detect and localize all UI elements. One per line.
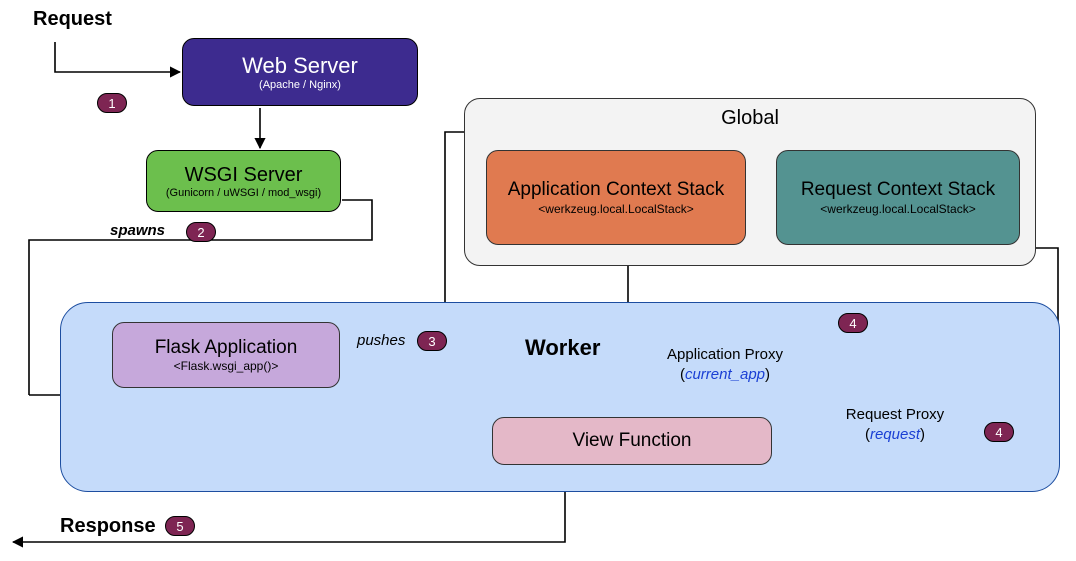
badge-2: 2 xyxy=(186,222,216,242)
req-context-title: Request Context Stack xyxy=(801,179,995,202)
flask-app-box: Flask Application <Flask.wsgi_app()> xyxy=(112,322,340,388)
badge-4a: 4 xyxy=(838,313,868,333)
badge-3: 3 xyxy=(417,331,447,351)
wsgi-server-title: WSGI Server xyxy=(185,164,303,187)
badge-1: 1 xyxy=(97,93,127,113)
app-context-stack-box: Application Context Stack <werkzeug.loca… xyxy=(486,150,746,245)
req-context-stack-box: Request Context Stack <werkzeug.local.Lo… xyxy=(776,150,1020,245)
app-context-sub: <werkzeug.local.LocalStack> xyxy=(538,202,693,216)
badge-5: 5 xyxy=(165,516,195,536)
req-context-sub: <werkzeug.local.LocalStack> xyxy=(820,202,975,216)
web-server-sub: (Apache / Nginx) xyxy=(259,79,341,91)
req-proxy-line1: Request Proxy xyxy=(820,405,970,425)
req-proxy-line2: request xyxy=(870,426,920,443)
web-server-title: Web Server xyxy=(242,53,358,79)
request-label: Request xyxy=(33,8,112,31)
app-proxy-label: Application Proxy (current_app) xyxy=(640,345,810,384)
app-proxy-line1: Application Proxy xyxy=(640,345,810,365)
global-title: Global xyxy=(465,107,1035,130)
wsgi-server-box: WSGI Server (Gunicorn / uWSGI / mod_wsgi… xyxy=(146,150,341,212)
app-proxy-line2: current_app xyxy=(685,366,765,383)
view-function-title: View Function xyxy=(573,430,692,452)
badge-4b: 4 xyxy=(984,422,1014,442)
flask-app-title: Flask Application xyxy=(155,337,298,359)
wsgi-server-sub: (Gunicorn / uWSGI / mod_wsgi) xyxy=(166,187,321,199)
spawns-label: spawns xyxy=(110,222,165,239)
response-label: Response xyxy=(60,515,156,538)
flask-app-sub: <Flask.wsgi_app()> xyxy=(174,359,279,373)
web-server-box: Web Server (Apache / Nginx) xyxy=(182,38,418,106)
req-proxy-label: Request Proxy (request) xyxy=(820,405,970,444)
view-function-box: View Function xyxy=(492,417,772,465)
app-context-title: Application Context Stack xyxy=(508,179,725,202)
pushes-label: pushes xyxy=(357,332,405,349)
worker-title: Worker xyxy=(525,335,600,361)
